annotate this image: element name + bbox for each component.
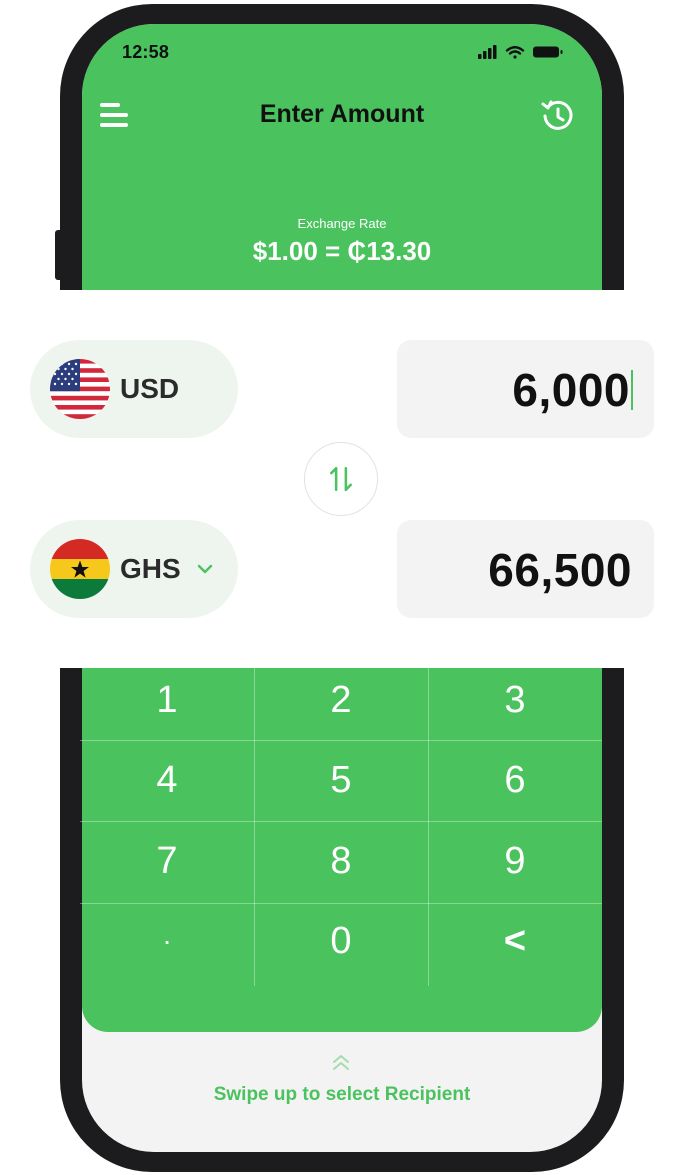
receive-currency-selector[interactable]: GHS	[30, 520, 238, 618]
numeric-keypad: 1 2 3 4 5 6 7 8 9 · 0 <	[80, 668, 602, 986]
keypad-key-0[interactable]: 0	[254, 901, 428, 981]
receive-currency-code: GHS	[120, 553, 181, 584]
keypad-key-1[interactable]: 1	[80, 660, 254, 740]
page-title: Enter Amount	[259, 100, 425, 128]
swap-currencies-button[interactable]	[304, 442, 378, 516]
double-chevron-up-icon	[333, 1055, 349, 1070]
exchange-rate-value: $1.00 = ₵13.30	[252, 236, 432, 266]
chevron-down-icon	[197, 564, 213, 574]
swipe-to-select-recipient[interactable]: Swipe up to select Recipient	[150, 1084, 534, 1106]
ghana-flag-icon	[50, 539, 110, 599]
keypad-key-backspace[interactable]: <	[428, 901, 602, 981]
exchange-panel: USD 6,000 GHS 66,500	[0, 290, 684, 668]
send-currency-selector[interactable]: USD	[30, 340, 238, 438]
status-icons	[478, 45, 563, 59]
keypad-key-7[interactable]: 7	[80, 821, 254, 901]
send-currency-code: USD	[120, 373, 180, 404]
status-time: 12:58	[122, 42, 170, 62]
exchange-rate-label: Exchange Rate	[297, 216, 387, 231]
text-cursor	[631, 370, 633, 410]
wifi-icon	[505, 46, 525, 59]
keypad-key-8[interactable]: 8	[254, 821, 428, 901]
keypad-key-6[interactable]: 6	[428, 740, 602, 820]
swap-arrows-icon	[330, 467, 352, 491]
send-amount-input[interactable]: 6,000	[397, 340, 654, 438]
keypad-key-decimal[interactable]: ·	[80, 901, 254, 981]
us-flag-icon	[50, 359, 110, 419]
menu-icon[interactable]	[98, 100, 130, 130]
receive-amount-display: 66,500	[397, 520, 654, 618]
keypad-key-9[interactable]: 9	[428, 821, 602, 901]
send-amount-value: 6,000	[512, 364, 630, 416]
battery-icon	[533, 46, 563, 58]
keypad-key-2[interactable]: 2	[254, 660, 428, 740]
receive-amount-value: 66,500	[488, 544, 632, 596]
keypad-key-4[interactable]: 4	[80, 740, 254, 820]
keypad-key-3[interactable]: 3	[428, 660, 602, 740]
history-icon[interactable]	[540, 98, 576, 134]
signal-icon	[478, 45, 497, 59]
keypad-key-5[interactable]: 5	[254, 740, 428, 820]
